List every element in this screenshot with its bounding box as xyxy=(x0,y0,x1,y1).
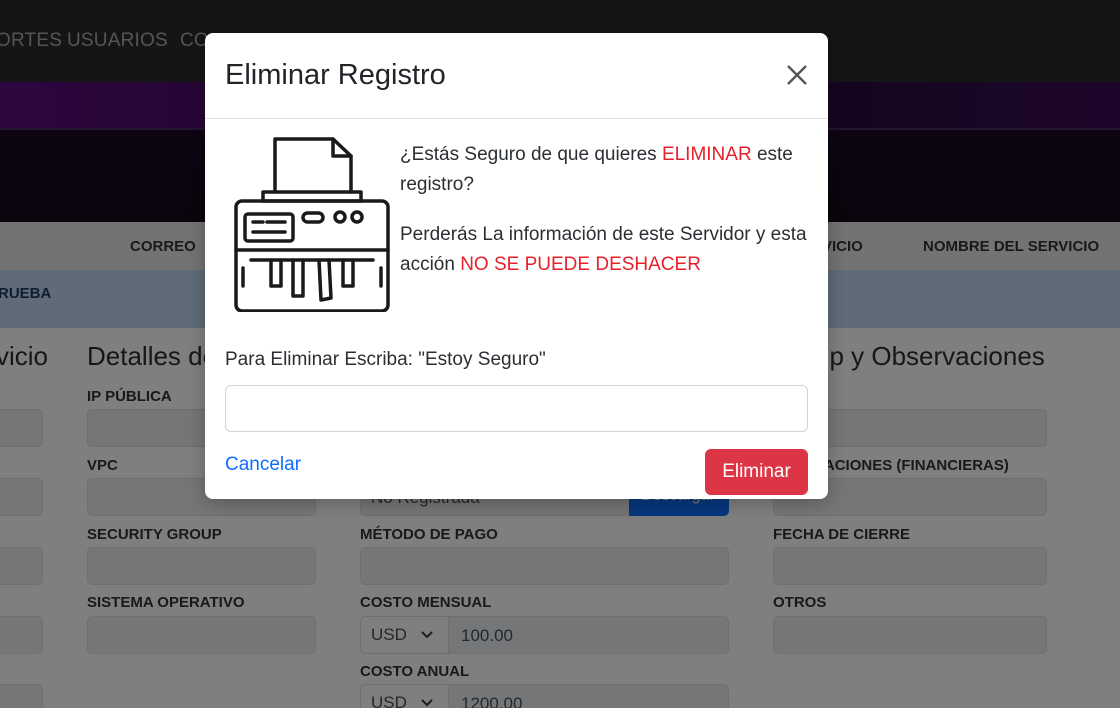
consequence-highlight: NO SE PUEDE DESHACER xyxy=(460,254,701,275)
modal-header: Eliminar Registro xyxy=(205,33,828,119)
warning-highlight: ELIMINAR xyxy=(661,144,752,165)
warning-text: ¿Estás Seguro de que quieres xyxy=(400,144,662,165)
confirm-label: Para Eliminar Escriba: "Estoy Seguro" xyxy=(225,349,546,370)
delete-button[interactable]: Eliminar xyxy=(705,449,808,495)
close-icon[interactable] xyxy=(781,59,813,91)
confirm-input[interactable] xyxy=(225,385,808,432)
paper-shredder-icon xyxy=(234,137,390,312)
delete-record-modal: Eliminar Registro ¿Estás Seguro de que q… xyxy=(205,33,828,499)
cancel-link[interactable]: Cancelar xyxy=(225,454,301,476)
consequence-message: Perderás La información de este Servidor… xyxy=(400,220,810,280)
modal-title: Eliminar Registro xyxy=(225,59,446,91)
warning-message: ¿Estás Seguro de que quieres ELIMINAR es… xyxy=(400,140,810,200)
